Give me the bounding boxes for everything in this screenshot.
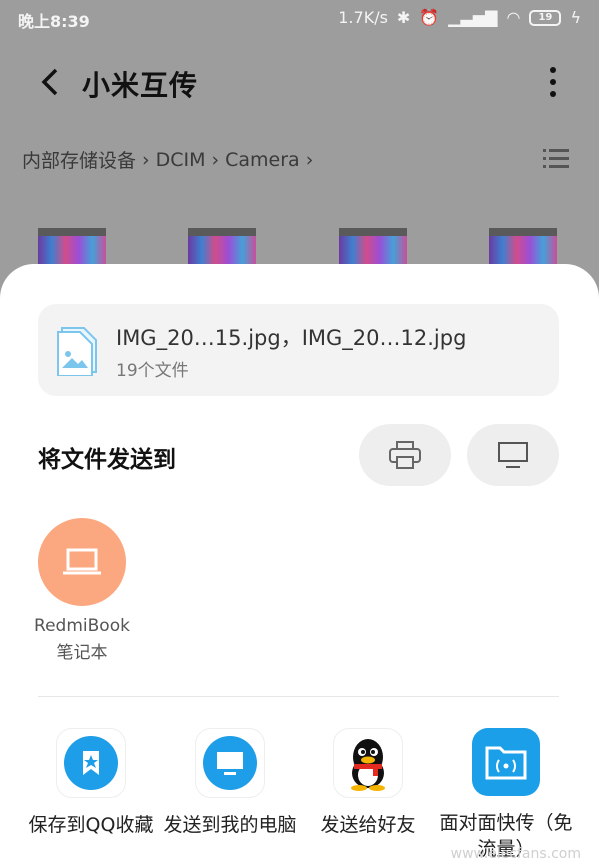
app-label: 保存到QQ收藏 xyxy=(28,814,154,836)
app-label: 发送给好友 xyxy=(320,814,416,836)
device-type: 笔记本 xyxy=(56,643,108,663)
share-sheet: IMG_20…15.jpg，IMG_20…12.jpg 19个文件 将文件发送到… xyxy=(0,264,599,868)
image-file-icon xyxy=(57,327,97,376)
wifi-icon: ◠ xyxy=(506,8,521,27)
network-speed: 1.7K/s xyxy=(338,8,388,27)
breadcrumb-item[interactable]: DCIM xyxy=(156,149,206,171)
breadcrumb-item[interactable]: Camera xyxy=(225,149,300,171)
alarm-icon: ⏰ xyxy=(419,8,440,27)
charging-icon: ϟ xyxy=(570,8,581,27)
qq-favorite-icon xyxy=(56,728,126,798)
device-name: RedmiBook xyxy=(34,616,130,636)
list-view-icon[interactable] xyxy=(543,148,569,170)
app-send-to-friend[interactable]: 发送给好友 xyxy=(298,728,438,838)
file-names: IMG_20…15.jpg，IMG_20…12.jpg xyxy=(116,326,467,350)
printer-icon xyxy=(389,441,421,469)
print-button[interactable] xyxy=(359,424,451,486)
signal-icon: ▁▃▅▇ xyxy=(448,8,498,27)
app-bar: 小米互传 xyxy=(0,52,599,112)
app-face-to-face-transfer[interactable]: 面对面快传（免流量） xyxy=(436,728,576,862)
chevron-right-icon: › xyxy=(211,148,220,171)
watermark: www.elecfans.com xyxy=(450,846,581,862)
chevron-right-icon: › xyxy=(142,148,150,171)
app-label: 发送到我的电脑 xyxy=(163,814,297,836)
file-count: 19个文件 xyxy=(116,361,189,381)
status-bar: 晚上8:39 1.7K/s ✱ ⏰ ▁▃▅▇ ◠ 19 ϟ xyxy=(0,0,599,36)
battery-icon: 19 xyxy=(529,9,562,26)
chevron-right-icon: › xyxy=(305,148,314,171)
divider xyxy=(38,696,559,697)
app-send-to-my-computer[interactable]: 发送到我的电脑 xyxy=(160,728,300,838)
file-summary-card: IMG_20…15.jpg，IMG_20…12.jpg 19个文件 xyxy=(38,304,559,396)
qq-penguin-icon xyxy=(333,728,403,798)
laptop-icon xyxy=(63,548,101,575)
screen-cast-button[interactable] xyxy=(467,424,559,486)
device-redmibook[interactable]: RedmiBook 笔记本 xyxy=(32,518,132,663)
more-menu-icon[interactable] xyxy=(547,66,559,98)
monitor-icon xyxy=(498,442,528,468)
status-icons: 1.7K/s ✱ ⏰ ▁▃▅▇ ◠ 19 ϟ xyxy=(338,8,581,27)
computer-icon xyxy=(195,728,265,798)
bluetooth-icon: ✱ xyxy=(396,8,411,27)
back-arrow-icon[interactable] xyxy=(36,64,66,100)
page-title: 小米互传 xyxy=(82,69,199,102)
breadcrumb-item[interactable]: 内部存储设备 xyxy=(22,146,136,173)
send-to-title: 将文件发送到 xyxy=(38,447,176,473)
app-save-to-qq-favorites[interactable]: 保存到QQ收藏 xyxy=(21,728,161,838)
breadcrumb: 内部存储设备 › DCIM › Camera › xyxy=(22,146,313,173)
laptop-avatar xyxy=(38,518,126,606)
status-time: 晚上8:39 xyxy=(18,12,90,31)
face-to-face-transfer-icon xyxy=(472,728,540,796)
